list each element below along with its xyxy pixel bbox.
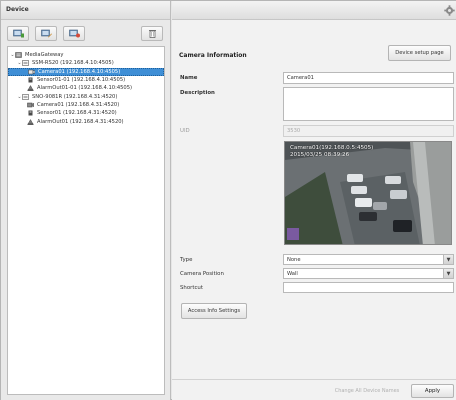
gear-icon[interactable] xyxy=(444,5,455,16)
alarm-out-icon xyxy=(27,118,34,125)
sensor-icon xyxy=(27,77,34,83)
tree-node-ssm-rs20[interactable]: ⌄ SSM-RS20 (192.168.4.10:4505) xyxy=(8,59,164,67)
dropdown-arrow-icon[interactable]: ▼ xyxy=(443,255,453,264)
tree-node-mediagateway[interactable]: ⌄ MediaGateway xyxy=(8,51,164,59)
tree-node-alarmout01-01[interactable]: AlarmOut01-01 (192.168.4.10:4505) xyxy=(8,84,164,92)
preview-overlay-timestamp: 2015/03/25 08:39:26 xyxy=(290,152,350,158)
change-all-device-names-button[interactable]: Change All Device Names xyxy=(332,384,402,398)
group-device-icon xyxy=(68,29,80,38)
gateway-icon xyxy=(15,52,22,58)
type-select-value: None xyxy=(287,256,301,263)
tree-node-label: Camera01 (192.168.4.10:4505) xyxy=(38,68,121,75)
name-field[interactable]: Camera01 xyxy=(283,72,454,84)
tree-node-label: AlarmOut01 (192.168.4.31:4520) xyxy=(37,118,124,125)
delete-icon xyxy=(148,30,156,38)
tree-node-sensor01[interactable]: Sensor01 (192.168.4.31:4520) xyxy=(8,109,164,117)
uid-field: 3530 xyxy=(283,125,454,137)
dropdown-arrow-icon[interactable]: ▼ xyxy=(443,269,453,278)
access-info-settings-button[interactable]: Access Info Settings xyxy=(181,303,247,319)
tree-node-label: AlarmOut01-01 (192.168.4.10:4505) xyxy=(37,85,133,92)
device-toolbar xyxy=(7,26,165,42)
camera-icon xyxy=(28,69,35,75)
add-device-icon xyxy=(12,29,24,38)
shortcut-label: Shortcut xyxy=(180,285,203,291)
tree-node-alarmout01[interactable]: AlarmOut01 (192.168.4.31:4520) xyxy=(8,117,164,125)
tree-node-sno-9081r[interactable]: ⌄ SNO-9081R (192.168.4.31:4520) xyxy=(8,92,164,100)
footer-divider xyxy=(172,379,456,380)
device-setup-page-button[interactable]: Device setup page xyxy=(388,45,451,61)
tree-node-label: MediaGateway xyxy=(25,52,64,59)
camera-icon xyxy=(27,102,34,108)
tree-node-sensor01-01[interactable]: Sensor01-01 (192.168.4.10:4505) xyxy=(8,76,164,84)
tree-node-label: SNO-9081R (192.168.4.31:4520) xyxy=(32,93,118,100)
uid-label: UID xyxy=(180,128,190,134)
alarm-out-icon xyxy=(27,85,34,92)
tree-node-camera01-sno[interactable]: Camera01 (192.168.4.31:4520) xyxy=(8,101,164,109)
apply-button[interactable]: Apply xyxy=(411,384,454,398)
camera-preview: Camera01(192.168.0.5:4505) 2015/03/25 08… xyxy=(284,141,452,245)
shortcut-field[interactable] xyxy=(283,282,454,293)
camera-position-select[interactable]: Wall ▼ xyxy=(283,268,454,279)
device-manager-window: Device ⌄ MediaGateway ⌄ SSM-RS20 (192.16… xyxy=(0,0,456,400)
group-device-button[interactable] xyxy=(63,26,85,41)
camera-info-panel: Camera Information Device setup page Nam… xyxy=(172,1,456,400)
name-label: Name xyxy=(180,75,198,81)
tree-node-label: Sensor01-01 (192.168.4.10:4505) xyxy=(37,77,126,84)
tree-node-label: Sensor01 (192.168.4.31:4520) xyxy=(37,110,117,117)
tree-node-label: SSM-RS20 (192.168.4.10:4505) xyxy=(32,60,114,67)
camera-position-label: Camera Position xyxy=(180,271,224,277)
delete-device-button[interactable] xyxy=(141,26,163,41)
sensor-icon xyxy=(27,110,34,116)
description-label: Description xyxy=(180,90,215,96)
device-panel-title: Device xyxy=(1,1,170,20)
device-tree: ⌄ MediaGateway ⌄ SSM-RS20 (192.168.4.10:… xyxy=(7,46,165,395)
info-panel-header xyxy=(172,1,456,20)
nvr-icon xyxy=(22,60,29,67)
tree-node-label: Camera01 (192.168.4.31:4520) xyxy=(37,101,120,108)
edit-device-icon xyxy=(40,29,52,38)
nvr-icon xyxy=(22,93,29,100)
description-field[interactable] xyxy=(283,87,454,121)
edit-device-button[interactable] xyxy=(35,26,57,41)
section-title: Camera Information xyxy=(179,52,247,59)
type-select[interactable]: None ▼ xyxy=(283,254,454,265)
device-panel: Device ⌄ MediaGateway ⌄ SSM-RS20 (192.16… xyxy=(1,1,171,400)
tree-node-camera01-selected[interactable]: Camera01 (192.168.4.10:4505) xyxy=(8,67,164,76)
preview-overlay-camera: Camera01(192.168.0.5:4505) xyxy=(290,145,374,151)
camera-position-select-value: Wall xyxy=(287,270,298,277)
add-device-button[interactable] xyxy=(7,26,29,41)
type-label: Type xyxy=(180,257,193,263)
